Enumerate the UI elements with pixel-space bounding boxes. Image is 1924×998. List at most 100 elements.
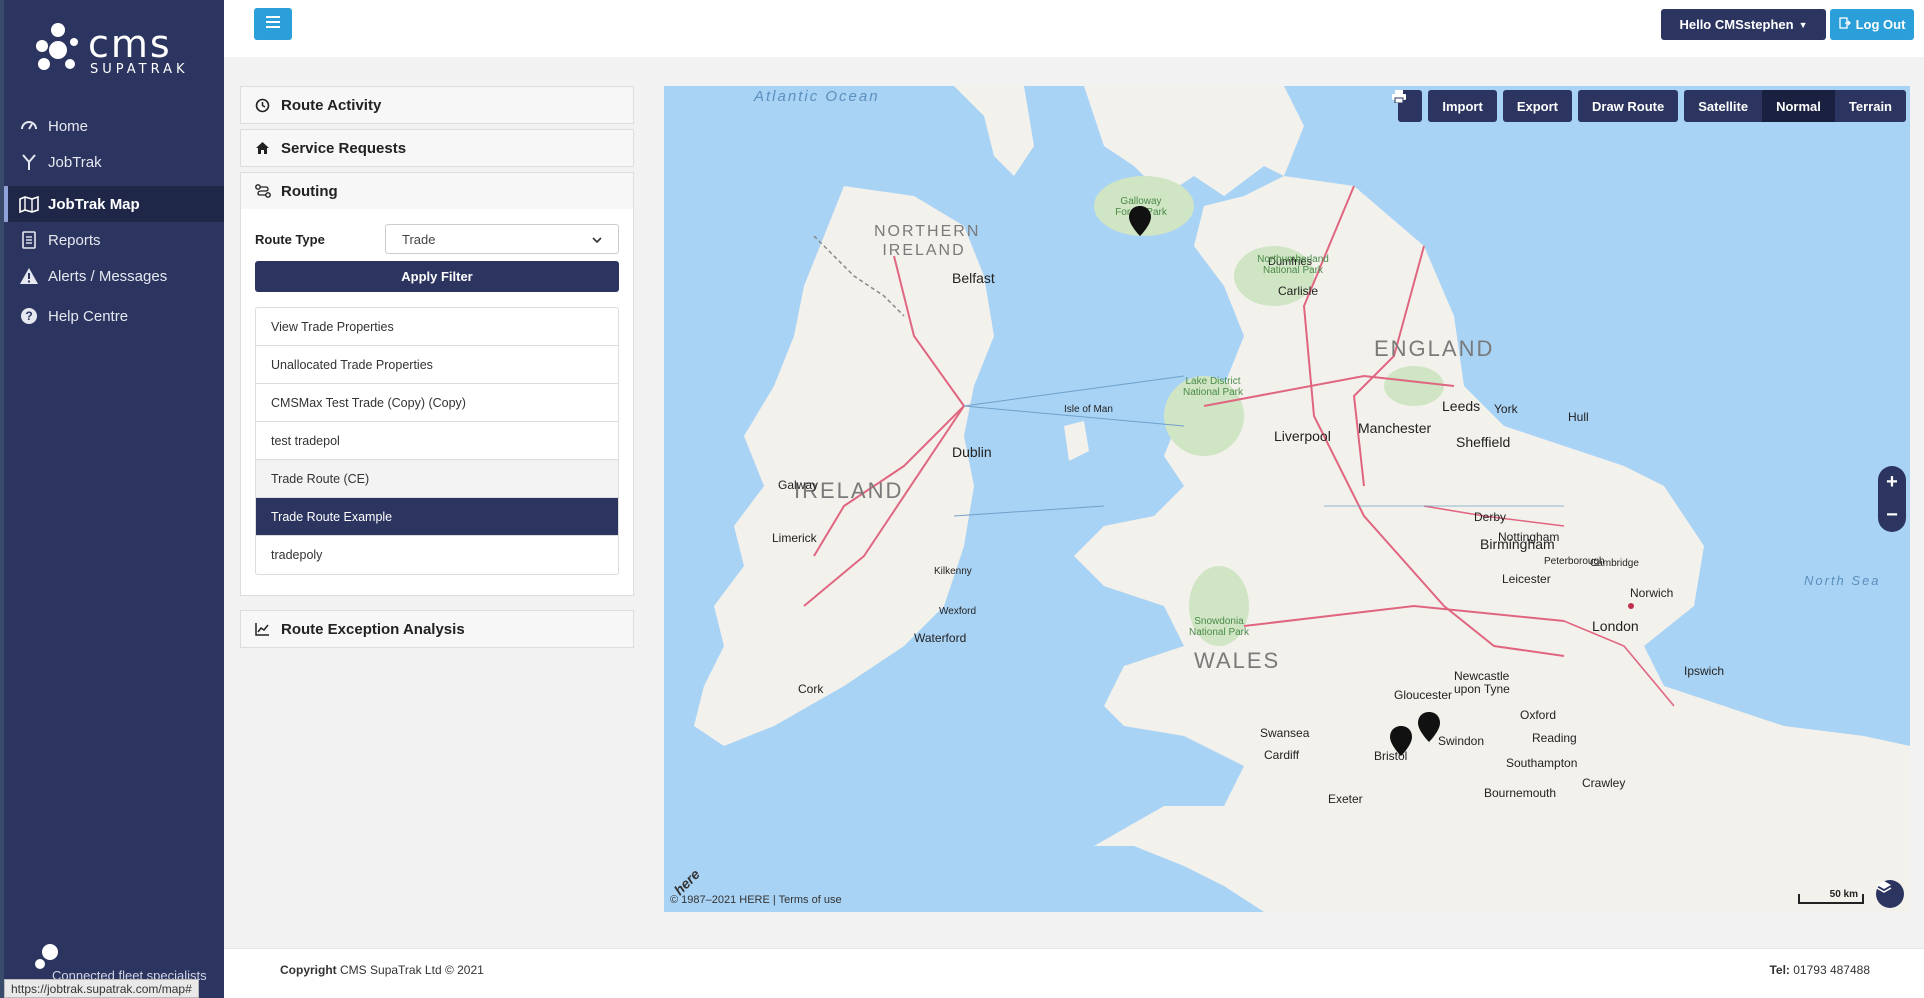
sidebar-item-label: Help Centre bbox=[48, 307, 129, 325]
map-label-leeds: Leeds bbox=[1442, 398, 1481, 414]
map-label-cardiff: Cardiff bbox=[1264, 748, 1300, 762]
route-type-row: Route Type Trade bbox=[255, 223, 619, 255]
chevron-down-icon bbox=[592, 232, 602, 247]
print-button[interactable] bbox=[1392, 90, 1423, 122]
hamburger-icon bbox=[266, 15, 280, 33]
logout-label: Log Out bbox=[1855, 17, 1906, 32]
sidebar-item-label: Home bbox=[48, 117, 89, 135]
satellite-view-button[interactable]: Satellite bbox=[1684, 90, 1763, 122]
service-requests-panel[interactable]: Service Requests bbox=[240, 129, 634, 167]
import-button[interactable]: Import bbox=[1428, 90, 1497, 122]
browser-status-url: https://jobtrak.supatrak.com/map# bbox=[4, 979, 199, 998]
map-label-snowdonia: Snowdonia National Park bbox=[1188, 616, 1250, 638]
sidebar-nav: Home JobTrak JobTrak Map Reports Alerts … bbox=[4, 108, 224, 334]
map-canvas[interactable]: Atlantic Ocean North Sea NORTHERN IRELAN… bbox=[664, 86, 1910, 912]
top-bar: Hello CMSstephen ▼ Log Out bbox=[224, 0, 1924, 57]
map-pin-icon[interactable] bbox=[1418, 712, 1440, 742]
sidebar-item-label: Alerts / Messages bbox=[48, 267, 168, 285]
menu-toggle-button[interactable] bbox=[254, 8, 292, 40]
sidebar-item-home[interactable]: Home bbox=[4, 108, 224, 144]
map-label-hull: Hull bbox=[1568, 410, 1589, 424]
warning-icon bbox=[18, 265, 40, 287]
map-label-london: London bbox=[1592, 618, 1639, 634]
zoom-control: + − bbox=[1878, 466, 1906, 532]
map-label-atlantic: Atlantic Ocean bbox=[754, 88, 880, 105]
service-requests-header[interactable]: Service Requests bbox=[241, 130, 633, 166]
reports-icon bbox=[18, 229, 40, 251]
route-list: View Trade Properties Unallocated Trade … bbox=[255, 307, 619, 575]
map-label-gloucester: Gloucester bbox=[1394, 688, 1453, 702]
route-type-select[interactable]: Trade bbox=[385, 224, 619, 254]
sidebar-item-jobtrak[interactable]: JobTrak bbox=[4, 144, 224, 180]
panel-title: Route Exception Analysis bbox=[281, 620, 465, 638]
route-list-item[interactable]: test tradepol bbox=[256, 422, 618, 460]
sidebar-item-alerts[interactable]: Alerts / Messages bbox=[4, 258, 224, 294]
map-pin-icon[interactable] bbox=[1390, 726, 1412, 756]
routing-header[interactable]: Routing bbox=[241, 173, 633, 209]
route-exception-header[interactable]: Route Exception Analysis bbox=[241, 611, 633, 647]
svg-text:?: ? bbox=[25, 309, 32, 323]
map-label-crawley: Crawley bbox=[1582, 776, 1626, 790]
jobtrak-icon bbox=[18, 151, 40, 173]
logo-dots-icon bbox=[36, 23, 78, 70]
logo-tagline: SUPATRAK bbox=[90, 62, 189, 77]
dashboard-icon bbox=[18, 115, 40, 137]
map-label-cork: Cork bbox=[798, 682, 824, 696]
map-label-sheffield: Sheffield bbox=[1456, 434, 1511, 450]
route-list-item-selected[interactable]: Trade Route Example bbox=[256, 498, 618, 536]
map-label-wexford: Wexford bbox=[939, 606, 977, 617]
map-label-england: ENGLAND bbox=[1374, 336, 1495, 361]
sidebar-item-reports[interactable]: Reports bbox=[4, 222, 224, 258]
user-menu-button[interactable]: Hello CMSstephen ▼ bbox=[1661, 9, 1826, 40]
export-button[interactable]: Export bbox=[1502, 90, 1572, 122]
help-icon: ? bbox=[18, 305, 40, 327]
map-label-oxford: Oxford bbox=[1520, 708, 1557, 722]
sidebar-item-label: JobTrak bbox=[48, 153, 102, 171]
map-label-dublin: Dublin bbox=[952, 444, 992, 460]
map-label-newcastle: Newcastle upon Tyne bbox=[1454, 669, 1510, 696]
map-label-wales: WALES bbox=[1194, 648, 1281, 673]
map-label-bournemouth: Bournemouth bbox=[1484, 786, 1557, 800]
route-exception-panel[interactable]: Route Exception Analysis bbox=[240, 610, 634, 648]
sidebar-footer: Connected fleet specialists bbox=[32, 940, 212, 983]
route-list-item[interactable]: tradepoly bbox=[256, 536, 618, 574]
page-footer: Copyright CMS SupaTrak Ltd © 2021 Tel: 0… bbox=[224, 948, 1924, 998]
routing-panel: Routing Route Type Trade Apply Filter Vi… bbox=[240, 172, 634, 596]
draw-route-button[interactable]: Draw Route bbox=[1578, 90, 1679, 122]
map-label-manchester: Manchester bbox=[1358, 420, 1432, 436]
sidebar-item-jobtrak-map[interactable]: JobTrak Map bbox=[4, 186, 224, 222]
zoom-in-button[interactable]: + bbox=[1886, 471, 1898, 494]
map-label-swindon: Swindon bbox=[1438, 734, 1485, 748]
apply-filter-button[interactable]: Apply Filter bbox=[255, 261, 619, 292]
map-label-reading: Reading bbox=[1532, 731, 1577, 745]
terrain-view-button[interactable]: Terrain bbox=[1834, 90, 1906, 122]
zoom-out-button[interactable]: − bbox=[1886, 504, 1898, 527]
route-activity-panel[interactable]: Route Activity bbox=[240, 86, 634, 124]
map-label-isle-of-man: Isle of Man bbox=[1064, 404, 1113, 415]
normal-view-button[interactable]: Normal bbox=[1762, 90, 1835, 122]
map-label-northumberland: Northumberland National Park bbox=[1257, 254, 1329, 276]
map-label-waterford: Waterford bbox=[914, 631, 967, 645]
route-activity-header[interactable]: Route Activity bbox=[241, 87, 633, 123]
footer-copyright-text: CMS SupaTrak Ltd © 2021 bbox=[340, 963, 484, 977]
logout-button[interactable]: Log Out bbox=[1830, 9, 1914, 40]
map-label-liverpool: Liverpool bbox=[1274, 428, 1331, 444]
map-pin-icon[interactable] bbox=[1129, 206, 1151, 236]
map-label-limerick: Limerick bbox=[772, 531, 817, 545]
layers-button[interactable] bbox=[1876, 880, 1904, 908]
route-list-item[interactable]: Trade Route (CE) bbox=[256, 460, 618, 498]
map-icon bbox=[18, 193, 40, 215]
route-list-item[interactable]: Unallocated Trade Properties bbox=[256, 346, 618, 384]
sidebar-item-help[interactable]: ? Help Centre bbox=[4, 298, 224, 334]
logo-wordmark: cms bbox=[88, 22, 172, 66]
map-copyright[interactable]: © 1987–2021 HERE | Terms of use bbox=[670, 894, 842, 906]
route-list-item[interactable]: CMSMax Test Trade (Copy) (Copy) bbox=[256, 384, 618, 422]
footer-tel-label: Tel: bbox=[1769, 963, 1790, 977]
footer-copyright: Copyright CMS SupaTrak Ltd © 2021 bbox=[280, 963, 484, 977]
route-type-label: Route Type bbox=[255, 231, 325, 247]
map-label-north-sea: North Sea bbox=[1804, 573, 1881, 588]
cms-supatrak-logo[interactable]: cms SUPATRAK bbox=[30, 20, 210, 80]
home-icon bbox=[255, 141, 273, 155]
route-list-item[interactable]: View Trade Properties bbox=[256, 308, 618, 346]
caret-down-icon: ▼ bbox=[1798, 19, 1808, 30]
